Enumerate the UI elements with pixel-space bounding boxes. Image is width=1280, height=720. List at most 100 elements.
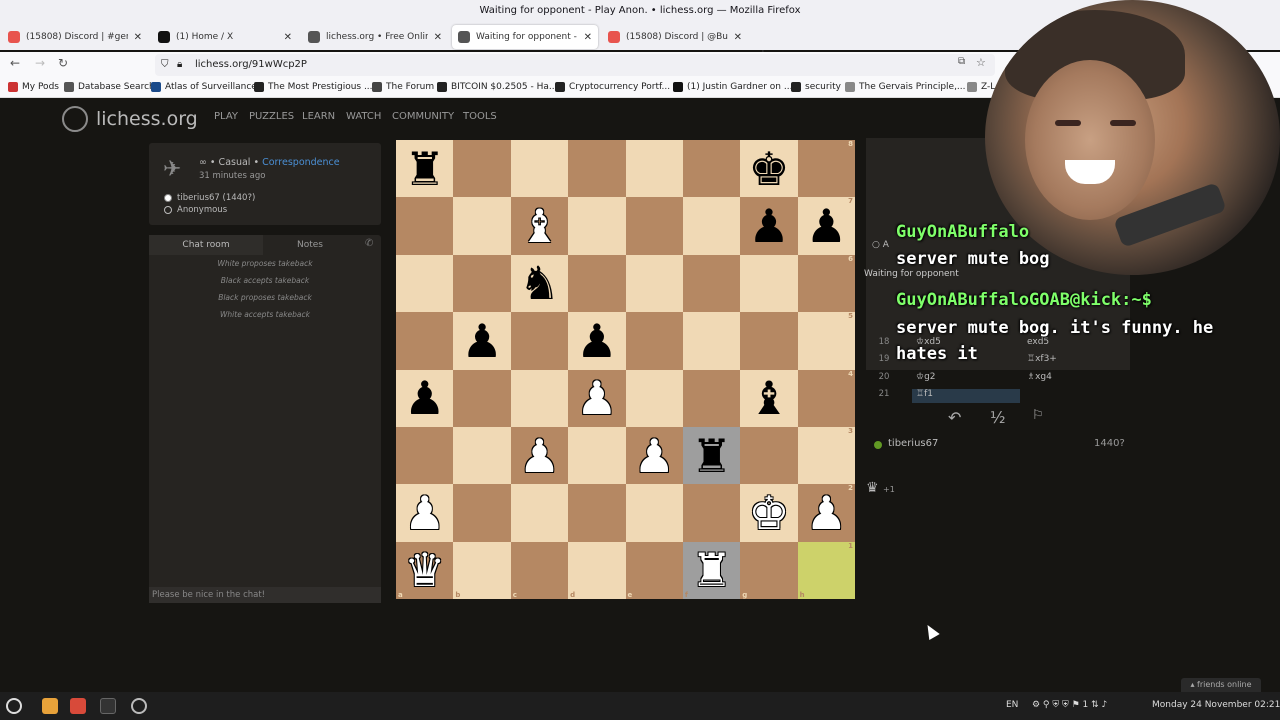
square-d1[interactable]: d bbox=[568, 541, 626, 599]
friends-online-button[interactable]: ▴ friends online bbox=[1181, 678, 1261, 692]
keyboard-layout[interactable]: EN bbox=[1006, 700, 1018, 710]
square-c4[interactable] bbox=[510, 369, 569, 427]
square-d6[interactable] bbox=[568, 254, 626, 313]
square-f7[interactable] bbox=[682, 197, 741, 255]
square-a3[interactable] bbox=[396, 426, 454, 485]
square-b2[interactable] bbox=[453, 484, 511, 542]
square-d5[interactable]: ♟ bbox=[568, 312, 626, 370]
black-rook-icon[interactable]: ♜ bbox=[404, 146, 445, 192]
square-h8[interactable]: 8 bbox=[797, 140, 855, 198]
square-h1[interactable]: 1h bbox=[797, 541, 855, 599]
tray-icons[interactable]: ⚙ ⚲ ⛨ ⛨ ⚑ 1 ⇅ ♪ bbox=[1032, 700, 1107, 710]
bookmark-crypto-portfolio[interactable]: Cryptocurrency Portf... bbox=[555, 82, 670, 92]
square-d2[interactable] bbox=[568, 484, 626, 542]
square-e8[interactable] bbox=[625, 140, 683, 198]
close-icon[interactable]: ✕ bbox=[434, 32, 442, 43]
close-icon[interactable]: ✕ bbox=[734, 32, 742, 43]
square-a7[interactable] bbox=[396, 197, 454, 255]
white-pawn-icon[interactable]: ♟ bbox=[576, 375, 617, 421]
square-h6[interactable]: 6 bbox=[797, 254, 855, 313]
lock-icon[interactable]: 🔒︎ bbox=[177, 54, 182, 76]
white-move[interactable]: ♖f1 bbox=[912, 389, 1020, 403]
black-move[interactable]: exd5 bbox=[1027, 337, 1049, 347]
square-e3[interactable]: ♟ bbox=[625, 426, 683, 485]
square-h2[interactable]: 2 ♟ bbox=[797, 484, 855, 542]
close-icon[interactable]: ✕ bbox=[284, 32, 292, 43]
bookmark-gervais[interactable]: The Gervais Principle,... bbox=[845, 82, 966, 92]
square-b7[interactable] bbox=[453, 197, 511, 255]
square-f2[interactable] bbox=[682, 484, 741, 542]
square-d8[interactable] bbox=[568, 140, 626, 198]
square-f5[interactable] bbox=[682, 312, 741, 370]
clock[interactable]: Monday 24 November 02:21 bbox=[1152, 700, 1280, 710]
square-h3[interactable]: 3 bbox=[797, 426, 855, 485]
square-g4[interactable]: ♝ bbox=[740, 369, 798, 427]
square-a8[interactable]: ♜ bbox=[396, 140, 454, 198]
square-f4[interactable] bbox=[682, 369, 741, 427]
tab-chat-room[interactable]: Chat room bbox=[149, 235, 263, 255]
square-e1[interactable]: e bbox=[625, 541, 683, 599]
white-king-icon[interactable]: ♚ bbox=[748, 490, 789, 536]
square-e2[interactable] bbox=[625, 484, 683, 542]
square-c8[interactable] bbox=[510, 140, 569, 198]
tab-discord-general[interactable]: (15808) Discord | #gene ✕ bbox=[2, 25, 148, 49]
square-b6[interactable] bbox=[453, 254, 511, 313]
star-icon[interactable]: ☆ bbox=[976, 56, 986, 69]
square-g1[interactable]: g bbox=[740, 541, 798, 599]
bookmark-atlas[interactable]: Atlas of Surveillance bbox=[151, 82, 257, 92]
square-g8[interactable]: ♚ bbox=[740, 140, 798, 198]
chess-board[interactable]: ♜ ♚ 8 ♝ ♟ 7 ♟ ♞ 6 ♟ ♟ 5 ♟ ♟ ♝ 4 ♟ ♟ ♜ 3 ♟ ♚ 2 ♟ a ♛ b c d e f ♜ g 1 h bbox=[396, 140, 855, 599]
square-b5[interactable]: ♟ bbox=[453, 312, 511, 370]
nav-play[interactable]: PLAY bbox=[214, 111, 238, 122]
black-move[interactable]: ♗xg4 bbox=[1027, 372, 1052, 382]
lichess-logo[interactable]: lichess.org bbox=[62, 106, 198, 132]
menu-icon[interactable] bbox=[6, 698, 22, 714]
square-d3[interactable] bbox=[568, 426, 626, 485]
black-bishop-icon[interactable]: ♝ bbox=[748, 375, 789, 421]
white-pawn-icon[interactable]: ♟ bbox=[806, 490, 847, 536]
reload-icon[interactable]: ↻ bbox=[58, 56, 68, 70]
chat-input[interactable]: Please be nice in the chat! bbox=[149, 587, 381, 603]
bookmark-zl[interactable]: Z-L bbox=[967, 82, 995, 92]
obs-icon[interactable] bbox=[131, 698, 147, 714]
bookmark-bitcoin[interactable]: BITCOIN $0.2505 - Ha... bbox=[437, 82, 557, 92]
tab-notes[interactable]: Notes bbox=[253, 235, 367, 255]
square-c2[interactable] bbox=[510, 484, 569, 542]
bookmark-forum[interactable]: The Forum bbox=[372, 82, 434, 92]
terminal-icon[interactable] bbox=[100, 698, 116, 714]
black-pawn-icon[interactable]: ♟ bbox=[748, 203, 789, 249]
square-h5[interactable]: 5 bbox=[797, 312, 855, 370]
square-e5[interactable] bbox=[625, 312, 683, 370]
offer-draw-button[interactable]: ½ bbox=[990, 408, 1006, 427]
nav-tools[interactable]: TOOLS bbox=[463, 111, 497, 122]
phone-icon[interactable]: ✆ bbox=[365, 238, 373, 249]
tab-lichess-home[interactable]: lichess.org • Free Online Ch ✕ bbox=[302, 25, 448, 49]
black-rook-icon[interactable]: ♜ bbox=[691, 433, 732, 479]
square-a1[interactable]: a ♛ bbox=[396, 541, 454, 599]
resign-flag-button[interactable]: ⚐ bbox=[1032, 408, 1044, 423]
square-f1[interactable]: f ♜ bbox=[682, 541, 741, 599]
square-g6[interactable] bbox=[740, 254, 798, 313]
white-pawn-icon[interactable]: ♟ bbox=[404, 490, 445, 536]
shield-icon[interactable]: ⛉ bbox=[161, 54, 169, 76]
square-c3[interactable]: ♟ bbox=[510, 426, 569, 485]
square-a6[interactable] bbox=[396, 254, 454, 313]
nav-watch[interactable]: WATCH bbox=[346, 111, 381, 122]
bottom-player[interactable]: tiberius67 1440? bbox=[866, 436, 1130, 454]
nav-puzzles[interactable]: PUZZLES bbox=[249, 111, 294, 122]
bookmark-justin-gardner[interactable]: (1) Justin Gardner on ... bbox=[673, 82, 792, 92]
square-b4[interactable] bbox=[453, 369, 511, 427]
white-rook-icon[interactable]: ♜ bbox=[691, 547, 732, 593]
black-pawn-icon[interactable]: ♟ bbox=[806, 203, 847, 249]
bookmark-security[interactable]: security bbox=[791, 82, 841, 92]
white-bishop-icon[interactable]: ♝ bbox=[519, 203, 560, 249]
forward-arrow-icon[interactable]: → bbox=[35, 56, 45, 70]
black-king-icon[interactable]: ♚ bbox=[748, 146, 789, 192]
square-e7[interactable] bbox=[625, 197, 683, 255]
square-c1[interactable]: c bbox=[510, 541, 569, 599]
square-f6[interactable] bbox=[682, 254, 741, 313]
bookmark-database-search[interactable]: Database Search bbox=[64, 82, 155, 92]
close-icon[interactable]: ✕ bbox=[584, 32, 592, 43]
square-d4[interactable]: ♟ bbox=[568, 369, 626, 427]
square-g5[interactable] bbox=[740, 312, 798, 370]
